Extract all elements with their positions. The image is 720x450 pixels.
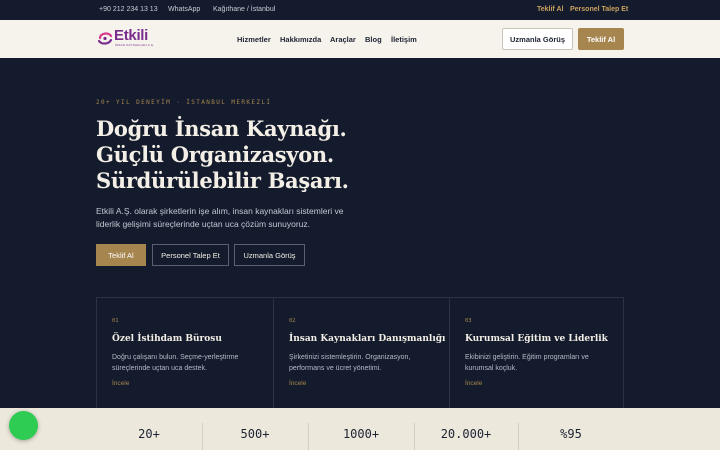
- card-link[interactable]: İncele: [289, 380, 306, 387]
- headline-line-1: Doğru İnsan Kaynağı.: [96, 116, 347, 141]
- hero-headline: Doğru İnsan Kaynağı. Güçlü Organizasyon.…: [96, 116, 349, 194]
- card-description: Doğru çalışanı bulun. Seçme-yerleştirme …: [112, 354, 239, 372]
- logo-text: Etkili: [114, 27, 149, 44]
- nav-item-blog[interactable]: Blog: [365, 35, 382, 44]
- whatsapp-link[interactable]: WhatsApp: [168, 6, 200, 13]
- topbar-quote-link[interactable]: Teklif Al: [537, 6, 563, 13]
- headline-line-3: Sürdürülebilir Başarı.: [96, 168, 349, 193]
- expert-button[interactable]: Uzmanla Görüş: [502, 28, 573, 50]
- nav-item-hizmetler[interactable]: Hizmetler: [237, 35, 271, 44]
- stat-item: 20.000+: [414, 408, 518, 450]
- topbar-staff-request-link[interactable]: Personel Talep Et: [570, 6, 628, 13]
- stat-value: 20+: [138, 427, 160, 441]
- hero-eyebrow: 20+ YIL DENEYİM · İSTANBUL MERKEZLİ: [96, 99, 272, 106]
- card-link[interactable]: İncele: [112, 380, 129, 387]
- stats-band: 20+ 500+ 1000+ 20.000+ %95: [0, 408, 720, 450]
- stat-value: 20.000+: [440, 427, 492, 441]
- hero-expert-button[interactable]: Uzmanla Görüş: [234, 244, 305, 266]
- stat-item: %95: [518, 408, 624, 450]
- card-number: 03: [465, 318, 472, 324]
- nav-item-araclar[interactable]: Araçlar: [330, 35, 356, 44]
- card-link[interactable]: İncele: [465, 380, 482, 387]
- hero-lead: Etkili A.Ş. olarak şirketlerin işe alım,…: [96, 206, 344, 229]
- logo[interactable]: Etkili İNSAN KAYNAKLARI A.Ş.: [96, 27, 160, 51]
- card-description: Şirketinizi sistemleştirin. Organizasyon…: [289, 354, 411, 372]
- stat-item: 20+: [96, 408, 202, 450]
- top-bar: +90 212 234 13 13 WhatsApp Kağıthane / İ…: [0, 0, 720, 20]
- logo-subtitle: İNSAN KAYNAKLARI A.Ş.: [115, 43, 155, 47]
- service-card[interactable]: 02 İnsan Kaynakları Danışmanlığı Şirketi…: [273, 298, 449, 409]
- hero-staff-request-button[interactable]: Personel Talep Et: [152, 244, 229, 266]
- stat-item: 1000+: [308, 408, 414, 450]
- site-header: Etkili İNSAN KAYNAKLARI A.Ş. Hizmetler H…: [0, 20, 720, 58]
- stat-value: 1000+: [342, 427, 380, 441]
- nav-item-iletisim[interactable]: İletişim: [391, 35, 417, 44]
- card-description: Ekibinizi geliştirin. Eğitim programları…: [465, 354, 589, 372]
- stat-item: 500+: [202, 408, 308, 450]
- phone-link[interactable]: +90 212 234 13 13: [99, 6, 158, 13]
- logo-mark-icon: [97, 32, 113, 45]
- card-title: Özel İstihdam Bürosu: [112, 334, 222, 344]
- card-number: 01: [112, 318, 119, 324]
- service-cards: 01 Özel İstihdam Bürosu Doğru çalışanı b…: [96, 297, 625, 409]
- card-title: Kurumsal Eğitim ve Liderlik: [465, 334, 608, 344]
- card-number: 02: [289, 318, 296, 324]
- hero-quote-button[interactable]: Teklif Al: [96, 244, 146, 266]
- quote-button[interactable]: Teklif Al: [578, 28, 624, 50]
- service-card[interactable]: 03 Kurumsal Eğitim ve Liderlik Ekibinizi…: [449, 298, 625, 409]
- hero-section: 20+ YIL DENEYİM · İSTANBUL MERKEZLİ Doğr…: [0, 58, 720, 409]
- stat-value: 500+: [240, 427, 270, 441]
- whatsapp-float-button[interactable]: [9, 411, 38, 440]
- service-card[interactable]: 01 Özel İstihdam Bürosu Doğru çalışanı b…: [97, 298, 273, 409]
- nav-item-hakkimizda[interactable]: Hakkımızda: [280, 35, 321, 44]
- card-title: İnsan Kaynakları Danışmanlığı: [289, 334, 446, 344]
- location-text: Kağıthane / İstanbul: [213, 6, 276, 13]
- stat-value: %95: [560, 427, 582, 441]
- headline-line-2: Güçlü Organizasyon.: [96, 142, 334, 167]
